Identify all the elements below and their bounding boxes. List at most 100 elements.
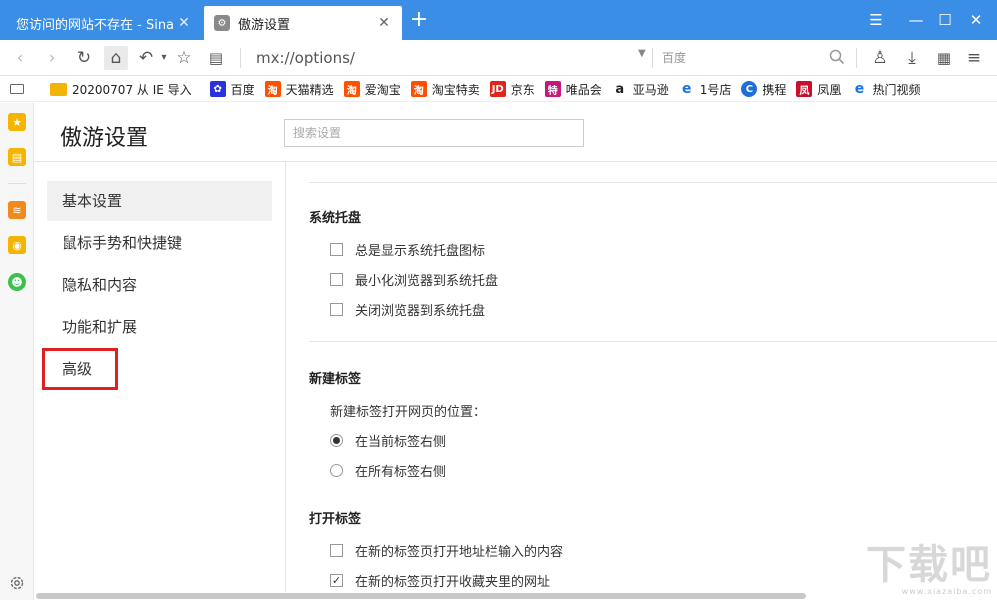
ie-icon: e xyxy=(678,81,695,97)
watermark-text: 下载吧 xyxy=(866,542,992,588)
nav-item-basic[interactable]: 基本设置 xyxy=(47,181,272,221)
bookmark-item[interactable]: C 携程 xyxy=(741,81,786,98)
taobao-icon: 淘 xyxy=(264,81,281,97)
nav-item-gestures[interactable]: 鼠标手势和快捷键 xyxy=(47,223,272,263)
bookmark-item[interactable]: 淘 天猫精选 xyxy=(264,81,334,98)
bookmark-item[interactable]: 特 唯品会 xyxy=(544,81,602,98)
bookmark-label: 天猫精选 xyxy=(285,82,334,97)
star-icon[interactable]: ☆ xyxy=(172,46,196,70)
radio-button[interactable] xyxy=(330,434,343,447)
option-label: 在新的标签页打开收藏夹里的网址 xyxy=(355,575,551,590)
bookmark-item[interactable]: a 亚马逊 xyxy=(611,81,669,98)
divider xyxy=(8,183,26,184)
sidebar-toggle-icon[interactable] xyxy=(10,84,24,94)
ie-icon: e xyxy=(851,81,868,97)
bookmark-label: 百度 xyxy=(230,82,255,97)
option-label: 最小化浏览器到系统托盘 xyxy=(355,274,499,289)
tray-option-minimize[interactable]: 最小化浏览器到系统托盘 xyxy=(330,270,498,289)
divider xyxy=(285,162,286,592)
minimize-button[interactable]: — xyxy=(902,8,930,32)
open-tab-option-favorites[interactable]: ✓ 在新的标签页打开收藏夹里的网址 xyxy=(330,571,550,590)
close-window-button[interactable]: ✕ xyxy=(962,8,990,32)
bookmarks-bar: 20200707 从 IE 导入 ✿ 百度 淘 天猫精选 淘 爱淘宝 淘 淘宝特… xyxy=(0,77,997,102)
apps-icon[interactable]: ▦ xyxy=(932,46,956,70)
radio-button[interactable] xyxy=(330,464,343,477)
nav-item-privacy[interactable]: 隐私和内容 xyxy=(47,265,272,305)
forward-icon[interactable]: › xyxy=(40,46,64,70)
tab-title: 傲游设置 xyxy=(238,17,291,33)
gear-icon[interactable] xyxy=(8,574,26,592)
rss-icon[interactable]: ≋ xyxy=(8,201,26,219)
nav-item-extensions[interactable]: 功能和扩展 xyxy=(47,307,272,347)
tab-settings[interactable]: ⚙ 傲游设置 ✕ xyxy=(204,6,402,40)
bookmark-item[interactable]: JD 京东 xyxy=(489,81,535,98)
section-title-open-tab: 打开标签 xyxy=(309,512,362,527)
close-icon[interactable]: ✕ xyxy=(176,15,192,31)
jd-icon: JD xyxy=(489,81,506,97)
bookmark-item[interactable]: 淘 淘宝特卖 xyxy=(410,81,480,98)
option-label: 总是显示系统托盘图标 xyxy=(355,244,486,259)
nav-bar: ‹ › ↻ ⌂ ↶ ▾ ☆ ▤ mx://options/ ▼ 百度 ♙ ⤓ ▦… xyxy=(0,40,997,76)
home-icon[interactable]: ⌂ xyxy=(104,46,128,70)
tray-option-always-show[interactable]: 总是显示系统托盘图标 xyxy=(330,240,485,259)
bookmark-label: 凤凰 xyxy=(817,82,842,97)
notes-icon[interactable]: ▤ xyxy=(8,148,26,166)
watermark-url: www.xiazaiba.com xyxy=(901,587,992,596)
option-label: 在当前标签右侧 xyxy=(355,435,447,450)
user-icon[interactable]: ♙ xyxy=(868,46,892,70)
horizontal-scrollbar[interactable] xyxy=(36,593,806,599)
chevron-down-icon[interactable]: ▼ xyxy=(638,48,646,59)
bookmark-item[interactable]: e 1号店 xyxy=(678,81,732,98)
download-icon[interactable]: ⤓ xyxy=(900,46,924,70)
new-tab-option-current-right[interactable]: 在当前标签右侧 xyxy=(330,431,446,450)
open-tab-option-address[interactable]: 在新的标签页打开地址栏输入的内容 xyxy=(330,541,563,560)
option-label: 在新的标签页打开地址栏输入的内容 xyxy=(355,545,564,560)
bookmark-label: 20200707 从 IE 导入 xyxy=(72,82,192,97)
bookmark-label: 1号店 xyxy=(699,82,732,97)
bookmark-item[interactable]: 淘 爱淘宝 xyxy=(343,81,401,98)
refresh-icon[interactable]: ↻ xyxy=(72,46,96,70)
new-tab-button[interactable]: + xyxy=(408,9,430,32)
side-rail: ★ ▤ ≋ ◉ ☻ xyxy=(0,103,34,600)
tab-title: 您访问的网站不存在 - Sina A xyxy=(16,17,176,33)
bookmark-label: 淘宝特卖 xyxy=(431,82,480,97)
checkbox[interactable] xyxy=(330,243,343,256)
search-icon[interactable] xyxy=(828,48,846,66)
section-title-tray: 系统托盘 xyxy=(309,211,362,226)
bookmark-item[interactable]: 凤 凤凰 xyxy=(796,81,841,98)
reader-icon[interactable]: ▤ xyxy=(204,46,228,70)
gear-icon: ⚙ xyxy=(214,15,230,31)
chat-icon[interactable]: ☻ xyxy=(8,273,26,291)
menu-icon[interactable]: ☰ xyxy=(862,8,890,32)
checkbox[interactable]: ✓ xyxy=(330,574,343,587)
tab-sina[interactable]: 您访问的网站不存在 - Sina A ✕ xyxy=(6,6,202,40)
bookmark-item[interactable]: e 热门视频 xyxy=(851,81,920,98)
bookmark-label: 热门视频 xyxy=(872,82,921,97)
page-title: 傲游设置 xyxy=(60,126,149,151)
checkbox[interactable] xyxy=(330,273,343,286)
title-bar: 您访问的网站不存在 - Sina A ✕ ⚙ 傲游设置 ✕ + ☰ — ☐ ✕ xyxy=(0,0,997,40)
checkbox[interactable] xyxy=(330,544,343,557)
menu-icon[interactable]: ≡ xyxy=(962,46,986,70)
new-tab-option-all-right[interactable]: 在所有标签右侧 xyxy=(330,461,446,480)
settings-search-input[interactable] xyxy=(284,119,584,147)
address-bar[interactable]: mx://options/ xyxy=(256,49,355,67)
divider xyxy=(652,48,653,68)
back-icon[interactable]: ‹ xyxy=(8,46,32,70)
tray-option-close[interactable]: 关闭浏览器到系统托盘 xyxy=(330,300,485,319)
bookmark-item[interactable]: 20200707 从 IE 导入 xyxy=(50,81,192,98)
maximize-button[interactable]: ☐ xyxy=(931,8,959,32)
favorites-icon[interactable]: ★ xyxy=(8,113,26,131)
divider xyxy=(309,182,997,183)
close-icon[interactable]: ✕ xyxy=(376,15,392,31)
bookmark-label: 携程 xyxy=(762,82,787,97)
option-label: 在所有标签右侧 xyxy=(355,465,447,480)
bookmark-item[interactable]: ✿ 百度 xyxy=(209,81,255,98)
checkbox[interactable] xyxy=(330,303,343,316)
divider xyxy=(309,341,997,342)
option-label: 关闭浏览器到系统托盘 xyxy=(355,304,486,319)
search-input[interactable]: 百度 xyxy=(662,49,686,66)
weibo-icon[interactable]: ◉ xyxy=(8,236,26,254)
taobao-icon: 淘 xyxy=(343,81,360,97)
new-tab-position-label: 新建标签打开网页的位置： xyxy=(330,405,487,420)
